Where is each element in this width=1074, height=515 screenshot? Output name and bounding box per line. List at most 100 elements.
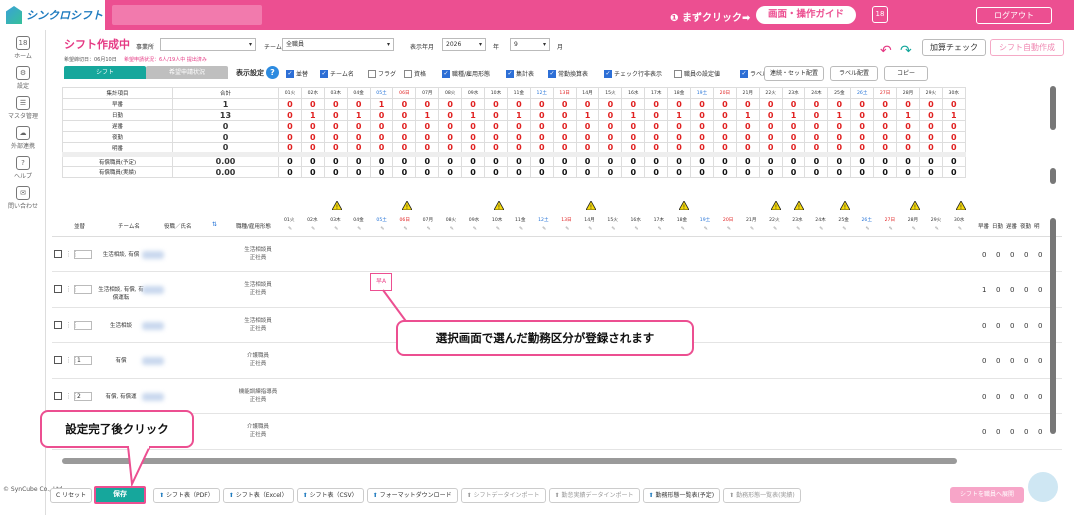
order-input[interactable]: 1: [74, 356, 92, 365]
office-select[interactable]: ▾: [160, 38, 256, 51]
summary-cell[interactable]: 0: [575, 120, 600, 132]
summary-cell[interactable]: 0: [529, 131, 554, 143]
checkbox-8[interactable]: 職員の設定値: [674, 69, 720, 78]
summary-cell[interactable]: 0: [506, 154, 531, 167]
sort-icon[interactable]: ⇅: [212, 221, 217, 228]
summary-cell[interactable]: 0: [529, 120, 554, 132]
summary-cell[interactable]: 0: [850, 154, 875, 167]
summary-cell[interactable]: 0: [735, 131, 760, 143]
summary-cell[interactable]: 0: [781, 142, 806, 155]
summary-cell[interactable]: 0: [438, 120, 463, 132]
summary-cell[interactable]: 0: [506, 142, 531, 155]
summary-cell[interactable]: 0: [667, 154, 692, 167]
summary-cell[interactable]: 0: [415, 154, 440, 167]
summary-cell[interactable]: 0: [484, 131, 508, 143]
summary-cell[interactable]: 0: [896, 98, 920, 110]
summary-cell[interactable]: 0: [850, 166, 875, 178]
summary-cell[interactable]: 1: [300, 109, 325, 121]
summary-cell[interactable]: 0: [758, 120, 783, 132]
logout-button[interactable]: ログアウト: [976, 7, 1052, 24]
summary-cell[interactable]: 1: [506, 109, 531, 121]
pencil-icon[interactable]: ✎: [496, 226, 500, 232]
summary-cell[interactable]: 1: [369, 98, 394, 110]
summary-cell[interactable]: 0: [873, 98, 898, 110]
summary-cell[interactable]: 0: [323, 131, 348, 143]
summary-cell[interactable]: 1: [781, 109, 806, 121]
pencil-icon[interactable]: ✎: [473, 226, 477, 232]
attendance-import-button[interactable]: ⬆ 勤怠実績データインポート: [548, 487, 640, 503]
auto-create-button[interactable]: シフト自動作成: [990, 39, 1064, 56]
summary-cell[interactable]: 0: [918, 109, 943, 121]
summary-cell[interactable]: 0: [644, 109, 669, 121]
pencil-icon[interactable]: ✎: [357, 226, 361, 232]
summary-cell[interactable]: 0: [644, 166, 669, 178]
checkbox-2[interactable]: フラグ: [368, 69, 396, 78]
summary-cell[interactable]: 0: [461, 131, 486, 143]
pencil-icon[interactable]: ✎: [819, 226, 823, 232]
summary-cell[interactable]: 1: [415, 109, 440, 121]
summary-cell[interactable]: 0: [598, 98, 623, 110]
consecutive-button[interactable]: 連続・セット配置: [764, 66, 824, 81]
pencil-icon[interactable]: ✎: [588, 226, 592, 232]
summary-cell[interactable]: 0: [827, 98, 852, 110]
summary-cell[interactable]: 0: [712, 131, 737, 143]
summary-cell[interactable]: 0: [918, 166, 943, 178]
app-logo[interactable]: シンクロシフト: [0, 0, 105, 30]
summary-cell[interactable]: 1: [827, 109, 852, 121]
pencil-icon[interactable]: ✎: [958, 226, 962, 232]
summary-cell[interactable]: 0: [873, 120, 898, 132]
summary-cell[interactable]: 0: [392, 109, 417, 121]
pencil-icon[interactable]: ✎: [750, 226, 754, 232]
summary-cell[interactable]: 0: [438, 109, 463, 121]
help-icon[interactable]: ?: [266, 66, 279, 79]
checkbox-box[interactable]: ✓: [320, 69, 328, 78]
summary-cell[interactable]: 0: [598, 154, 623, 167]
summary-cell[interactable]: 0: [758, 98, 783, 110]
order-input[interactable]: 2: [74, 392, 92, 401]
summary-cell[interactable]: 0: [712, 98, 737, 110]
summary-cell[interactable]: 1: [575, 109, 600, 121]
pencil-icon[interactable]: ✎: [704, 226, 708, 232]
main-scrollbar[interactable]: [1050, 218, 1056, 434]
summary-cell[interactable]: 0: [941, 98, 966, 110]
sidebar-item-0[interactable]: 18 ホーム: [0, 36, 46, 60]
checkbox-box[interactable]: ✓: [286, 69, 294, 78]
summary-cell[interactable]: 0: [552, 154, 577, 167]
summary-cell[interactable]: 0: [804, 98, 829, 110]
summary-cell[interactable]: 0: [712, 120, 737, 132]
summary-cell[interactable]: 0: [850, 98, 875, 110]
summary-cell[interactable]: 0: [346, 131, 371, 143]
format-download-button[interactable]: ⬆ フォーマットダウンロード: [366, 487, 458, 503]
checkbox-box[interactable]: [368, 69, 376, 78]
summary-cell[interactable]: 0: [529, 142, 554, 155]
summary-cell[interactable]: 0: [484, 120, 508, 132]
summary-cell[interactable]: 0: [735, 142, 760, 155]
summary-cell[interactable]: 0: [392, 166, 417, 178]
summary-cell[interactable]: 0: [735, 166, 760, 178]
summary-cell[interactable]: 0: [461, 154, 486, 167]
row-checkbox[interactable]: [54, 285, 62, 293]
checkbox-6[interactable]: ✓ 常勤換算表: [548, 69, 588, 78]
summary-cell[interactable]: 0: [781, 131, 806, 143]
summary-cell[interactable]: 0: [529, 166, 554, 178]
summary-cell[interactable]: 0: [529, 98, 554, 110]
summary-cell[interactable]: 0: [758, 142, 783, 155]
pencil-icon[interactable]: ✎: [404, 226, 408, 232]
summary-cell[interactable]: 0: [781, 166, 806, 178]
summary-cell[interactable]: 0: [278, 98, 302, 110]
summary-cell[interactable]: 0: [529, 109, 554, 121]
summary-cell[interactable]: 0: [850, 131, 875, 143]
summary-cell[interactable]: 0: [392, 131, 417, 143]
summary-cell[interactable]: 0: [827, 166, 852, 178]
summary-cell[interactable]: 0: [461, 142, 486, 155]
undo-icon[interactable]: ↶: [880, 43, 892, 59]
summary-cell[interactable]: 0: [506, 120, 531, 132]
summary-cell[interactable]: 0: [758, 154, 783, 167]
pencil-icon[interactable]: ✎: [912, 226, 916, 232]
summary-cell[interactable]: 0: [850, 109, 875, 121]
pencil-icon[interactable]: ✎: [611, 226, 615, 232]
summary-cell[interactable]: 0: [941, 142, 966, 155]
summary-cell[interactable]: 0: [598, 142, 623, 155]
pencil-icon[interactable]: ✎: [889, 226, 893, 232]
summary-cell[interactable]: 0: [644, 120, 669, 132]
